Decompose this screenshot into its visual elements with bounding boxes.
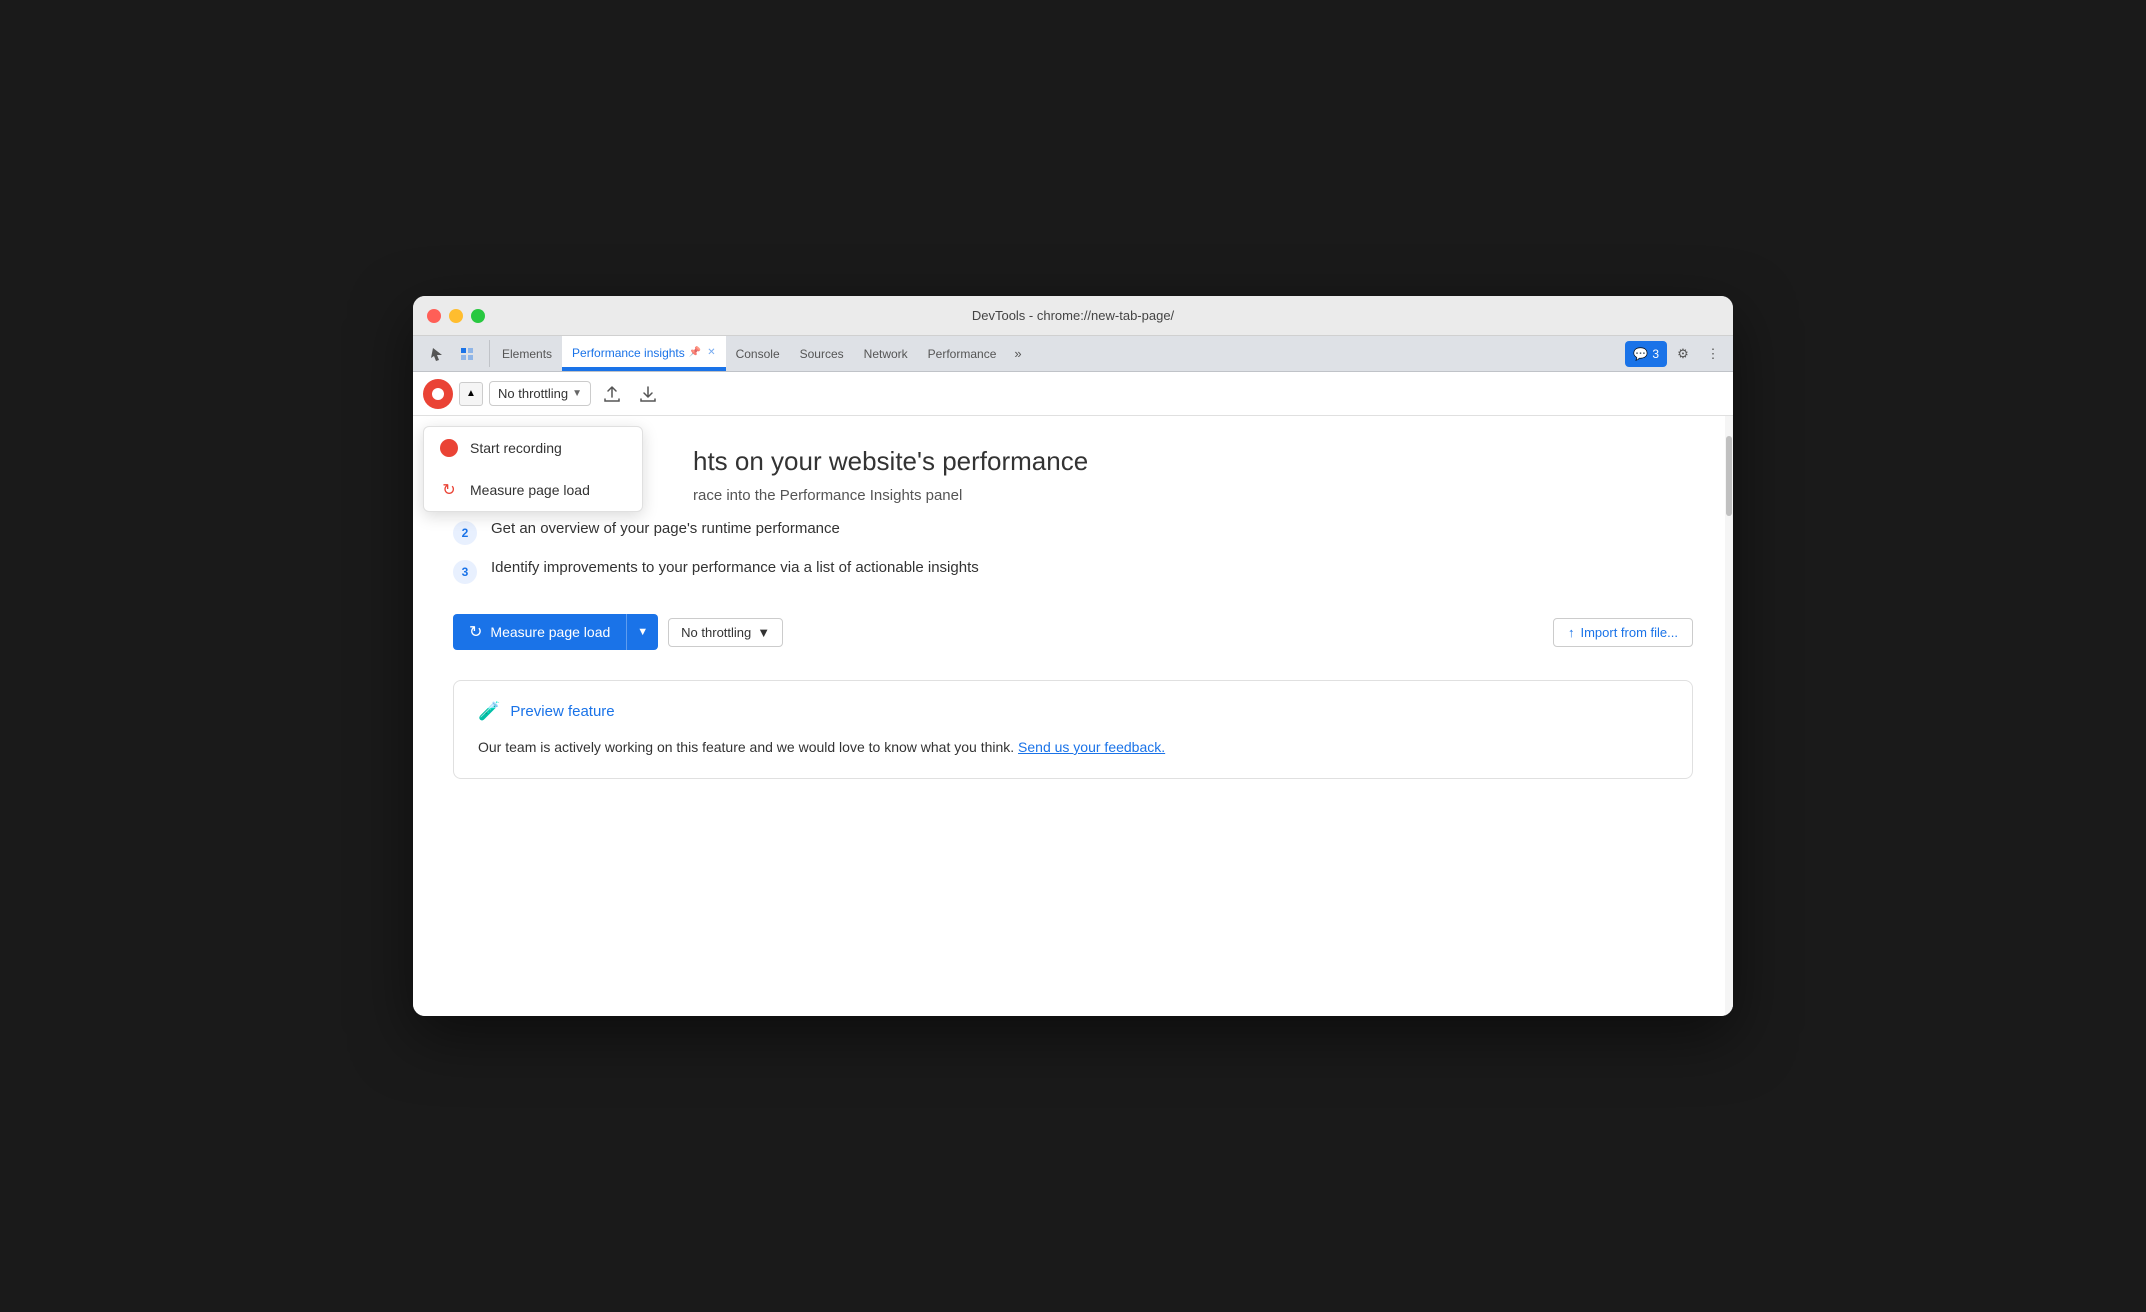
flask-icon: 🧪	[478, 701, 500, 722]
throttling-main-select[interactable]: No throttling ▼	[668, 618, 783, 647]
close-button[interactable]	[427, 309, 441, 323]
page-heading: hts on your website's performance	[693, 446, 1693, 477]
tab-divider	[489, 340, 490, 367]
inspect-icon[interactable]	[453, 340, 481, 368]
record-button[interactable]	[423, 379, 453, 409]
tab-network[interactable]: Network	[854, 336, 918, 371]
page-subheading: race into the Performance Insights panel	[693, 487, 1693, 504]
measure-page-load-item[interactable]: ↻ Measure page load	[424, 469, 642, 511]
gear-icon: ⚙	[1677, 346, 1689, 362]
dropdown-menu: Start recording ↻ Measure page load	[423, 426, 643, 512]
toolbar: ▲ No throttling ▼	[413, 372, 1733, 416]
pin-icon: 📌	[689, 347, 701, 358]
upload-button[interactable]	[597, 379, 627, 409]
scrollbar-thumb[interactable]	[1726, 436, 1732, 516]
step-number-3: 3	[453, 560, 477, 584]
traffic-lights	[427, 309, 485, 323]
minimize-button[interactable]	[449, 309, 463, 323]
measure-page-load-button[interactable]: ↻ Measure page load	[453, 614, 626, 650]
preview-feature-box: 🧪 Preview feature Our team is actively w…	[453, 680, 1693, 779]
more-options-button[interactable]: ⋮	[1699, 340, 1727, 368]
record-red-icon	[440, 439, 458, 457]
main-content: Start recording ↻ Measure page load hts …	[413, 416, 1733, 1016]
action-row: ↻ Measure page load ▼ No throttling ▼ ↑ …	[453, 614, 1693, 650]
steps-list: 2 Get an overview of your page's runtime…	[453, 520, 1693, 584]
tab-performance-insights[interactable]: Performance insights 📌 ✕	[562, 336, 726, 371]
devtools-tab-bar: Elements Performance insights 📌 ✕ Consol…	[413, 336, 1733, 372]
tab-performance[interactable]: Performance	[918, 336, 1007, 371]
scrollbar-track[interactable]	[1725, 416, 1733, 1016]
preview-description: Our team is actively working on this fea…	[478, 736, 1668, 758]
more-tabs-button[interactable]: »	[1006, 336, 1029, 371]
maximize-button[interactable]	[471, 309, 485, 323]
start-recording-item[interactable]: Start recording	[424, 427, 642, 469]
tab-right-actions: 💬 3 ⚙ ⋮	[1625, 336, 1733, 371]
feedback-button[interactable]: 💬 3	[1625, 341, 1667, 367]
measure-dropdown-button[interactable]: ▼	[626, 614, 658, 650]
measure-button-group: ↻ Measure page load ▼	[453, 614, 658, 650]
tab-elements[interactable]: Elements	[492, 336, 562, 371]
import-icon: ↑	[1568, 625, 1575, 640]
step-item-3: 3 Identify improvements to your performa…	[453, 559, 1693, 584]
tab-icon-group	[417, 336, 487, 371]
step-text-3: Identify improvements to your performanc…	[491, 559, 979, 576]
throttling-main-arrow-icon: ▼	[757, 625, 770, 640]
title-bar: DevTools - chrome://new-tab-page/	[413, 296, 1733, 336]
window-title: DevTools - chrome://new-tab-page/	[972, 308, 1174, 323]
measure-refresh-icon: ↻	[469, 622, 482, 642]
throttling-arrow-icon: ▼	[572, 388, 582, 399]
tab-close-icon[interactable]: ✕	[707, 347, 715, 358]
settings-button[interactable]: ⚙	[1669, 340, 1697, 368]
cursor-icon[interactable]	[423, 340, 451, 368]
refresh-icon: ↻	[440, 481, 458, 499]
expand-button[interactable]: ▲	[459, 382, 483, 406]
devtools-window: DevTools - chrome://new-tab-page/ Elemen…	[413, 296, 1733, 1016]
step-item-2: 2 Get an overview of your page's runtime…	[453, 520, 1693, 545]
step-number-2: 2	[453, 521, 477, 545]
preview-title: 🧪 Preview feature	[478, 701, 1668, 722]
tab-sources[interactable]: Sources	[790, 336, 854, 371]
record-dot-icon	[432, 388, 444, 400]
step-text-2: Get an overview of your page's runtime p…	[491, 520, 840, 537]
throttling-select[interactable]: No throttling ▼	[489, 381, 591, 406]
tab-console[interactable]: Console	[726, 336, 790, 371]
feedback-icon: 💬	[1633, 347, 1648, 361]
ellipsis-icon: ⋮	[1707, 346, 1720, 362]
feedback-link[interactable]: Send us your feedback.	[1018, 739, 1165, 755]
download-button[interactable]	[633, 379, 663, 409]
import-from-file-button[interactable]: ↑ Import from file...	[1553, 618, 1693, 647]
